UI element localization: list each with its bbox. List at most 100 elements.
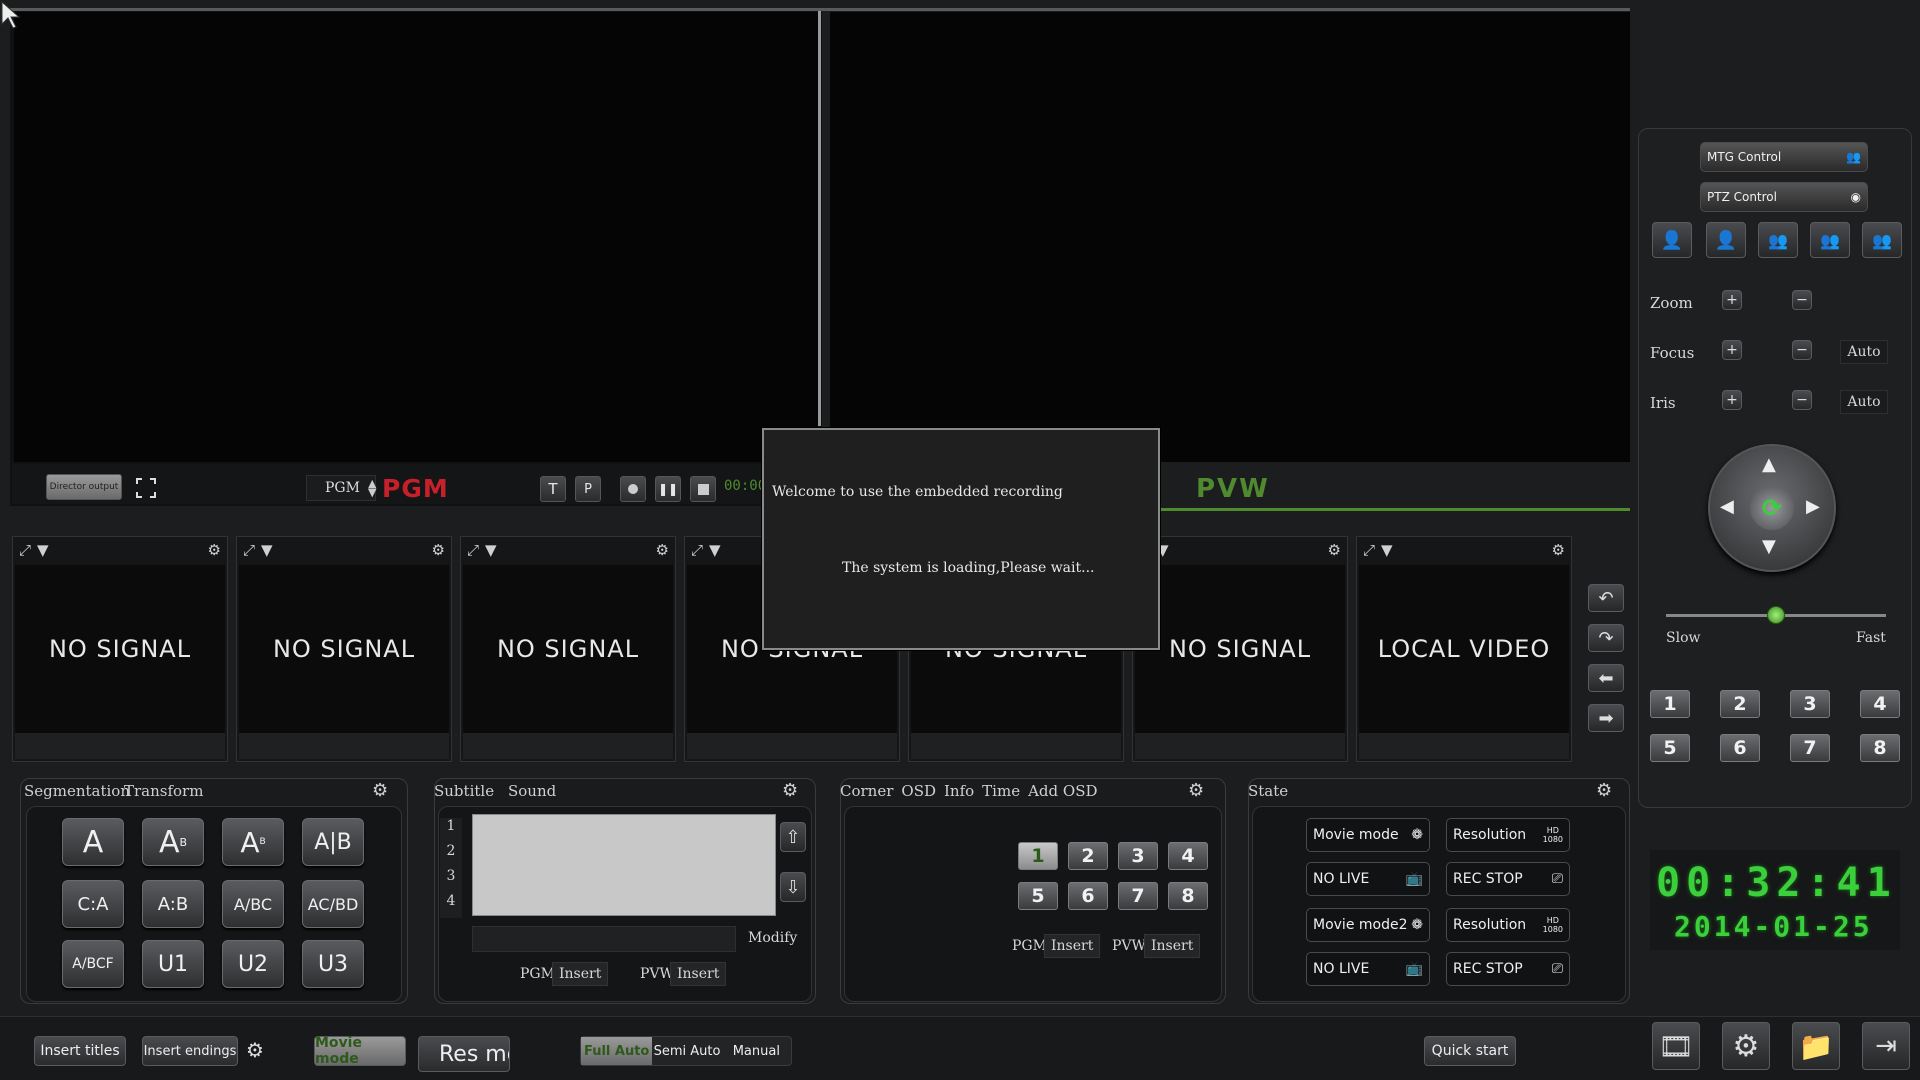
director-output-button[interactable]: Director output bbox=[46, 474, 122, 500]
tab-state[interactable]: State bbox=[1248, 782, 1288, 800]
film-settings-icon[interactable]: 🎞 bbox=[1652, 1022, 1700, 1070]
movie-mode-button[interactable]: Movie mode ❁ bbox=[1306, 818, 1430, 852]
layout-five-icon[interactable]: A/BCF bbox=[62, 940, 124, 988]
layout-quad-icon[interactable]: AC/BD bbox=[302, 880, 364, 928]
user-layout-2[interactable]: U2 bbox=[222, 940, 284, 988]
persons-three-icon[interactable]: 👥 bbox=[1758, 222, 1798, 258]
person-speaker-icon[interactable]: 👤 bbox=[1706, 222, 1746, 258]
osd-key-1[interactable]: 1 bbox=[1018, 842, 1058, 870]
preset-7[interactable]: 7 bbox=[1790, 734, 1830, 762]
full-auto-option[interactable]: Full Auto bbox=[581, 1037, 653, 1065]
modify-button[interactable]: Modify bbox=[748, 930, 797, 946]
rec-stop-button-2[interactable]: REC STOP ⎚ bbox=[1446, 952, 1570, 986]
osd-key-6[interactable]: 6 bbox=[1068, 882, 1108, 910]
tab-info[interactable]: Info bbox=[944, 782, 974, 800]
gear-icon[interactable]: ⚙ bbox=[246, 1038, 264, 1062]
pgm-monitor[interactable] bbox=[14, 12, 818, 462]
pause-button[interactable]: ❚❚ bbox=[655, 476, 681, 502]
gear-icon[interactable]: ⚙ bbox=[208, 541, 221, 559]
filter-icon[interactable]: ▼ bbox=[1381, 541, 1393, 559]
gear-icon[interactable]: ⚙ bbox=[1722, 1022, 1770, 1070]
layout-abc-icon[interactable]: A:B bbox=[142, 880, 204, 928]
ptz-control-button[interactable]: PTZ Control ◉ bbox=[1700, 182, 1868, 212]
zoom-plus-button[interactable]: + bbox=[1722, 290, 1742, 310]
rec-stop-button[interactable]: REC STOP ⎚ bbox=[1446, 862, 1570, 896]
subtitle-pvw-insert-button[interactable]: Insert bbox=[670, 962, 727, 986]
bmp-insert-icon[interactable]: P bbox=[575, 476, 601, 502]
preset-8[interactable]: 8 bbox=[1860, 734, 1900, 762]
osd-key-8[interactable]: 8 bbox=[1168, 882, 1208, 910]
mtg-control-button[interactable]: MTG Control 👥 bbox=[1700, 142, 1868, 172]
focus-minus-button[interactable]: − bbox=[1792, 340, 1812, 360]
insert-titles-button[interactable]: Insert titles bbox=[34, 1036, 126, 1066]
subtitle-input[interactable] bbox=[472, 926, 736, 952]
gear-icon[interactable]: ⚙ bbox=[782, 780, 798, 801]
user-layout-3[interactable]: U3 bbox=[302, 940, 364, 988]
arrow-left-icon[interactable]: ⬅ bbox=[1588, 664, 1624, 692]
persons-group-icon[interactable]: 👥 bbox=[1810, 222, 1850, 258]
stop-button[interactable] bbox=[690, 476, 716, 502]
preset-3[interactable]: 3 bbox=[1790, 690, 1830, 718]
folder-icon[interactable]: 📁 bbox=[1792, 1022, 1840, 1070]
row-number[interactable]: 2 bbox=[440, 843, 462, 868]
preset-6[interactable]: 6 bbox=[1720, 734, 1760, 762]
tab-transform[interactable]: Transform bbox=[124, 782, 203, 800]
preset-2[interactable]: 2 bbox=[1720, 690, 1760, 718]
filter-icon[interactable]: ▼ bbox=[37, 541, 49, 559]
pgm-select[interactable]: PGM ▲ ▼ bbox=[306, 475, 376, 501]
gear-icon[interactable]: ⚙ bbox=[1188, 780, 1204, 801]
row-number[interactable]: 3 bbox=[440, 868, 462, 893]
tab-sound[interactable]: Sound bbox=[508, 782, 556, 800]
tab-add-osd[interactable]: Add OSD bbox=[1028, 782, 1097, 800]
row-number[interactable]: 4 bbox=[440, 893, 462, 918]
iris-auto-button[interactable]: Auto bbox=[1840, 390, 1888, 414]
subtitle-text-area[interactable] bbox=[472, 814, 776, 916]
quick-start-button[interactable]: Quick start bbox=[1424, 1036, 1516, 1066]
gear-icon[interactable]: ⚙ bbox=[432, 541, 445, 559]
filter-icon[interactable]: ▼ bbox=[485, 541, 497, 559]
expand-icon[interactable]: ⤢ bbox=[1363, 541, 1375, 559]
osd-key-5[interactable]: 5 bbox=[1018, 882, 1058, 910]
ptz-home-button[interactable]: ⟳ bbox=[1750, 486, 1794, 530]
no-live-button-2[interactable]: NO LIVE 📺 bbox=[1306, 952, 1430, 986]
layout-cba-icon[interactable]: C:A bbox=[62, 880, 124, 928]
focus-plus-button[interactable]: + bbox=[1722, 340, 1742, 360]
osd-key-4[interactable]: 4 bbox=[1168, 842, 1208, 870]
tab-corner[interactable]: Corner bbox=[840, 782, 893, 800]
gear-icon[interactable]: ⚙ bbox=[656, 541, 669, 559]
subtitle-pgm-insert-button[interactable]: Insert bbox=[552, 962, 609, 986]
expand-icon[interactable]: ⤢ bbox=[691, 541, 703, 559]
layout-single-icon[interactable]: A bbox=[62, 818, 124, 866]
source-tile-7[interactable]: ⤢ ▼ ⚙ LOCAL VIDEO bbox=[1356, 536, 1572, 762]
insert-endings-button[interactable]: Insert endings bbox=[142, 1036, 238, 1066]
tab-segmentation[interactable]: Segmentation bbox=[24, 782, 130, 800]
gear-icon[interactable]: ⚙ bbox=[1552, 541, 1565, 559]
fullscreen-icon[interactable] bbox=[132, 474, 160, 502]
persons-crowd-icon[interactable]: 👥 bbox=[1862, 222, 1902, 258]
osd-key-7[interactable]: 7 bbox=[1118, 882, 1158, 910]
movie-mode-toggle[interactable]: Movie mode bbox=[314, 1035, 406, 1067]
res-mode-toggle[interactable]: Res mo bbox=[418, 1036, 510, 1072]
gear-icon[interactable]: ⚙ bbox=[1596, 780, 1612, 801]
undo-icon[interactable]: ↶ bbox=[1588, 584, 1624, 612]
layout-a-bc-icon[interactable]: A/BC bbox=[222, 880, 284, 928]
arrow-left-icon[interactable]: ◀ bbox=[1720, 496, 1734, 517]
iris-minus-button[interactable]: − bbox=[1792, 390, 1812, 410]
record-button[interactable] bbox=[620, 476, 646, 502]
preset-1[interactable]: 1 bbox=[1650, 690, 1690, 718]
arrow-right-icon[interactable]: ➡ bbox=[1588, 704, 1624, 732]
iris-plus-button[interactable]: + bbox=[1722, 390, 1742, 410]
movie-mode2-button[interactable]: Movie mode2 ❁ bbox=[1306, 908, 1430, 942]
source-tile-1[interactable]: ⤢ ▼ ⚙ NO SIGNAL bbox=[12, 536, 228, 762]
redo-icon[interactable]: ↷ bbox=[1588, 624, 1624, 652]
title-insert-icon[interactable]: T bbox=[540, 476, 566, 502]
manual-option[interactable]: Manual bbox=[722, 1037, 791, 1065]
arrow-up-icon[interactable]: ⇧ bbox=[780, 822, 806, 852]
osd-pgm-insert-button[interactable]: Insert bbox=[1044, 934, 1101, 958]
speed-slider-handle[interactable] bbox=[1767, 606, 1785, 624]
arrow-up-icon[interactable]: ▲ bbox=[1762, 454, 1776, 475]
gear-icon[interactable]: ⚙ bbox=[372, 780, 388, 801]
osd-key-2[interactable]: 2 bbox=[1068, 842, 1108, 870]
zoom-minus-button[interactable]: − bbox=[1792, 290, 1812, 310]
expand-icon[interactable]: ⤢ bbox=[19, 541, 31, 559]
